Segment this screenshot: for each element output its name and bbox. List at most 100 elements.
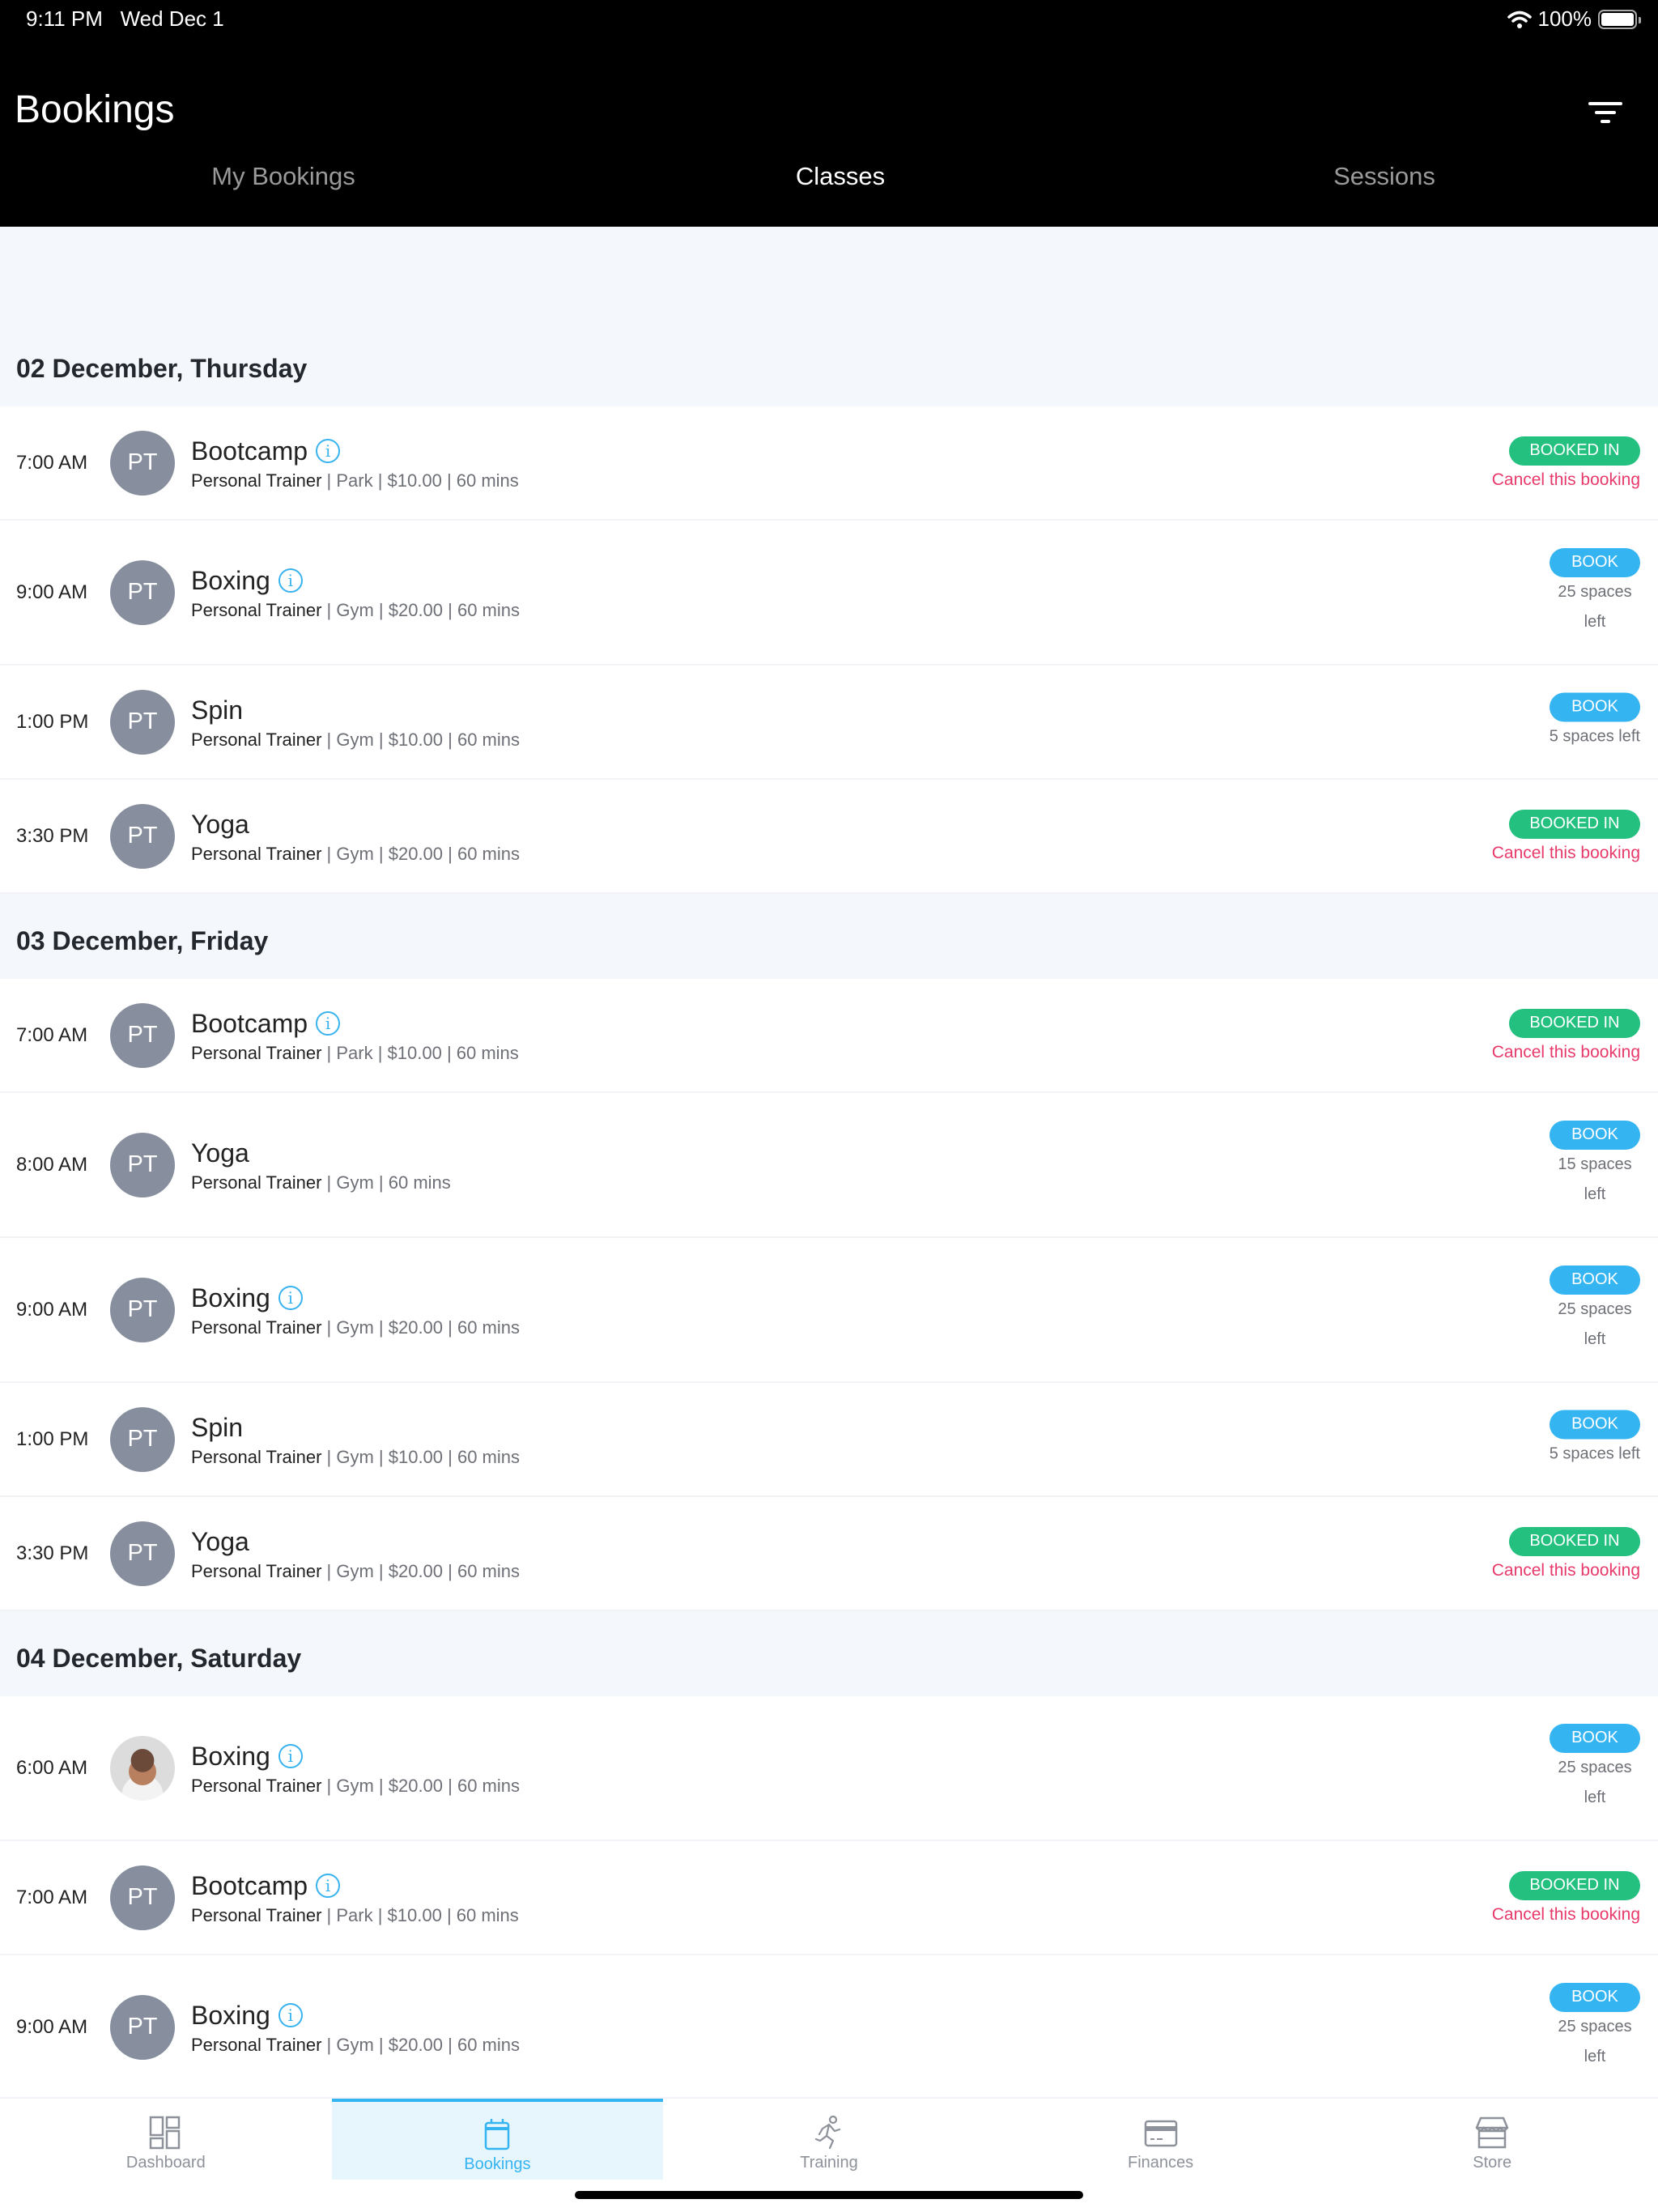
class-name-line: Bootcamp i — [191, 1007, 519, 1040]
trainer-avatar: PT — [110, 1002, 175, 1068]
class-details: Personal Trainer | Gym | $20.00 | 60 min… — [191, 1776, 520, 1797]
tab-training[interactable]: Training — [663, 2099, 995, 2180]
booking-status: BOOK 5 spaces left — [1550, 1410, 1640, 1469]
class-row[interactable]: 3:30 PM PT Yoga Personal Trainer | Gym | $2… — [0, 780, 1658, 894]
cancel-booking-link[interactable]: Cancel this booking — [1492, 844, 1640, 863]
class-row[interactable]: 3:30 PM PT Yoga Personal Trainer | Gym | $2… — [0, 1497, 1658, 1611]
app-header: 9:11 PM Wed Dec 1 100% Bookings My Booki… — [0, 0, 1658, 227]
spaces-left: 25 spaces left — [1558, 582, 1632, 631]
class-row[interactable]: 7:00 AM PT Bootcamp i Personal Trainer | Par… — [0, 979, 1658, 1093]
class-row[interactable]: 1:00 PM PT Spin Personal Trainer | Gym | $1… — [0, 666, 1658, 780]
trainer-avatar: PT — [110, 1277, 175, 1342]
class-row[interactable]: 9:00 AM PT Boxing i Personal Trainer | Gym |… — [0, 1238, 1658, 1383]
trainer-avatar: PT — [110, 1994, 175, 2060]
day-label: 02 December, Thursday — [16, 354, 308, 383]
class-row[interactable]: 7:00 AM PT Bootcamp i Personal Trainer | Par… — [0, 406, 1658, 521]
tab-finances[interactable]: Finances — [995, 2099, 1327, 2180]
day-header: 03 December, Friday — [0, 894, 1658, 979]
trainer-name: Personal Trainer — [191, 1560, 322, 1581]
book-button[interactable]: BOOK — [1550, 1120, 1640, 1150]
tab-label: Bookings — [464, 2155, 531, 2173]
class-time: 1:00 PM — [16, 710, 89, 733]
running-icon — [814, 2115, 841, 2150]
tab-my-bookings[interactable]: My Bookings — [211, 162, 355, 191]
cancel-booking-link[interactable]: Cancel this booking — [1492, 470, 1640, 490]
info-icon[interactable]: i — [316, 438, 341, 463]
booking-status: BOOK 15 spaces left — [1550, 1120, 1640, 1210]
cancel-booking-link[interactable]: Cancel this booking — [1492, 1905, 1640, 1925]
class-details: Personal Trainer | Gym | $20.00 | 60 min… — [191, 844, 520, 865]
class-time: 3:30 PM — [16, 824, 89, 847]
class-info: Bootcamp i Personal Trainer | Park | $10.0… — [191, 1007, 519, 1064]
class-meta: | Gym | $20.00 | 60 mins — [321, 843, 520, 864]
class-meta: | Gym | 60 mins — [321, 1172, 451, 1193]
tab-bookings[interactable]: Bookings — [331, 2099, 664, 2180]
filter-icon[interactable] — [1588, 102, 1622, 125]
trainer-name: Personal Trainer — [191, 1042, 322, 1063]
trainer-avatar: PT — [110, 559, 175, 625]
booked-in-badge: BOOKED IN — [1509, 1008, 1640, 1038]
class-name: Bootcamp — [191, 1870, 308, 1900]
class-name: Spin — [191, 695, 244, 725]
class-info: Spin Personal Trainer | Gym | $10.00 | 60… — [191, 694, 520, 751]
booking-status: BOOK 25 spaces left — [1550, 1982, 1640, 2072]
booking-status: BOOK 25 spaces left — [1550, 1723, 1640, 1813]
class-name: Yoga — [191, 1138, 249, 1168]
spaces-left: 25 spaces left — [1558, 1300, 1632, 1348]
info-icon[interactable]: i — [316, 1873, 341, 1898]
class-meta: | Gym | $20.00 | 60 mins — [321, 2034, 520, 2055]
class-meta: | Gym | $20.00 | 60 mins — [321, 1775, 520, 1796]
dashboard-icon — [149, 2116, 181, 2150]
cancel-booking-link[interactable]: Cancel this booking — [1492, 1561, 1640, 1580]
tab-label: Store — [1473, 2154, 1512, 2172]
booked-in-badge: BOOKED IN — [1509, 809, 1640, 839]
class-row[interactable]: 8:00 AM PT Yoga Personal Trainer | Gym | 60… — [0, 1093, 1658, 1238]
class-info: Boxing i Personal Trainer | Gym | $20.00 |… — [191, 564, 520, 621]
cancel-booking-link[interactable]: Cancel this booking — [1492, 1043, 1640, 1062]
home-indicator[interactable] — [575, 2191, 1083, 2199]
tab-dashboard[interactable]: Dashboard — [0, 2099, 332, 2180]
class-name: Boxing — [191, 565, 270, 595]
class-name-line: Spin — [191, 1411, 520, 1444]
class-time: 7:00 AM — [16, 1886, 88, 1908]
class-name: Boxing — [191, 1283, 270, 1312]
tab-store[interactable]: Store — [1326, 2099, 1658, 2180]
tab-sessions[interactable]: Sessions — [1333, 162, 1435, 191]
class-row[interactable]: 9:00 AM PT Boxing i Personal Trainer | Gym |… — [0, 521, 1658, 666]
info-icon[interactable]: i — [316, 1010, 341, 1036]
spaces-left: 5 spaces left — [1549, 727, 1640, 745]
class-info: Boxing i Personal Trainer | Gym | $20.00 |… — [191, 1740, 520, 1797]
book-button[interactable]: BOOK — [1550, 1982, 1640, 2012]
class-details: Personal Trainer | Gym | $20.00 | 60 min… — [191, 1317, 520, 1338]
book-button[interactable]: BOOK — [1550, 1723, 1640, 1753]
class-row[interactable]: 6:00 AM Boxing i Personal Trainer | Gym | $… — [0, 1696, 1658, 1841]
class-row[interactable]: 1:00 PM PT Spin Personal Trainer | Gym | $1… — [0, 1383, 1658, 1497]
class-meta: | Gym | $20.00 | 60 mins — [321, 1317, 520, 1338]
tab-label: Dashboard — [125, 2154, 206, 2172]
info-icon[interactable]: i — [278, 1743, 303, 1768]
class-info: Yoga Personal Trainer | Gym | $20.00 | 60… — [191, 1525, 520, 1582]
book-button[interactable]: BOOK — [1550, 547, 1640, 577]
class-name-line: Yoga — [191, 1137, 451, 1169]
book-button[interactable]: BOOK — [1550, 1410, 1640, 1439]
class-row[interactable]: 9:00 AM PT Boxing i Personal Trainer | Gym |… — [0, 1955, 1658, 2100]
booking-status: BOOK 25 spaces left — [1550, 1265, 1640, 1355]
tab-classes[interactable]: Classes — [796, 162, 885, 191]
booking-status: BOOK 5 spaces left — [1550, 692, 1640, 751]
class-name: Spin — [191, 1412, 244, 1442]
info-icon[interactable]: i — [278, 2002, 303, 2027]
spaces-left: 25 spaces left — [1558, 1758, 1632, 1806]
day-header: 02 December, Thursday — [0, 227, 1658, 406]
class-name-line: Bootcamp i — [191, 1870, 519, 1902]
book-button[interactable]: BOOK — [1550, 1265, 1640, 1295]
class-meta: | Gym | $20.00 | 60 mins — [321, 599, 520, 620]
book-button[interactable]: BOOK — [1550, 692, 1640, 721]
class-row[interactable]: 7:00 AM PT Bootcamp i Personal Trainer | Par… — [0, 1841, 1658, 1955]
info-icon[interactable]: i — [278, 1285, 303, 1310]
info-icon[interactable]: i — [278, 568, 303, 593]
trainer-avatar: PT — [110, 1865, 175, 1930]
class-time: 9:00 AM — [16, 2015, 88, 2038]
class-name-line: Bootcamp i — [191, 435, 519, 467]
class-details: Personal Trainer | Park | $10.00 | 60 mi… — [191, 1043, 519, 1064]
day-label: 04 December, Saturday — [16, 1644, 302, 1673]
